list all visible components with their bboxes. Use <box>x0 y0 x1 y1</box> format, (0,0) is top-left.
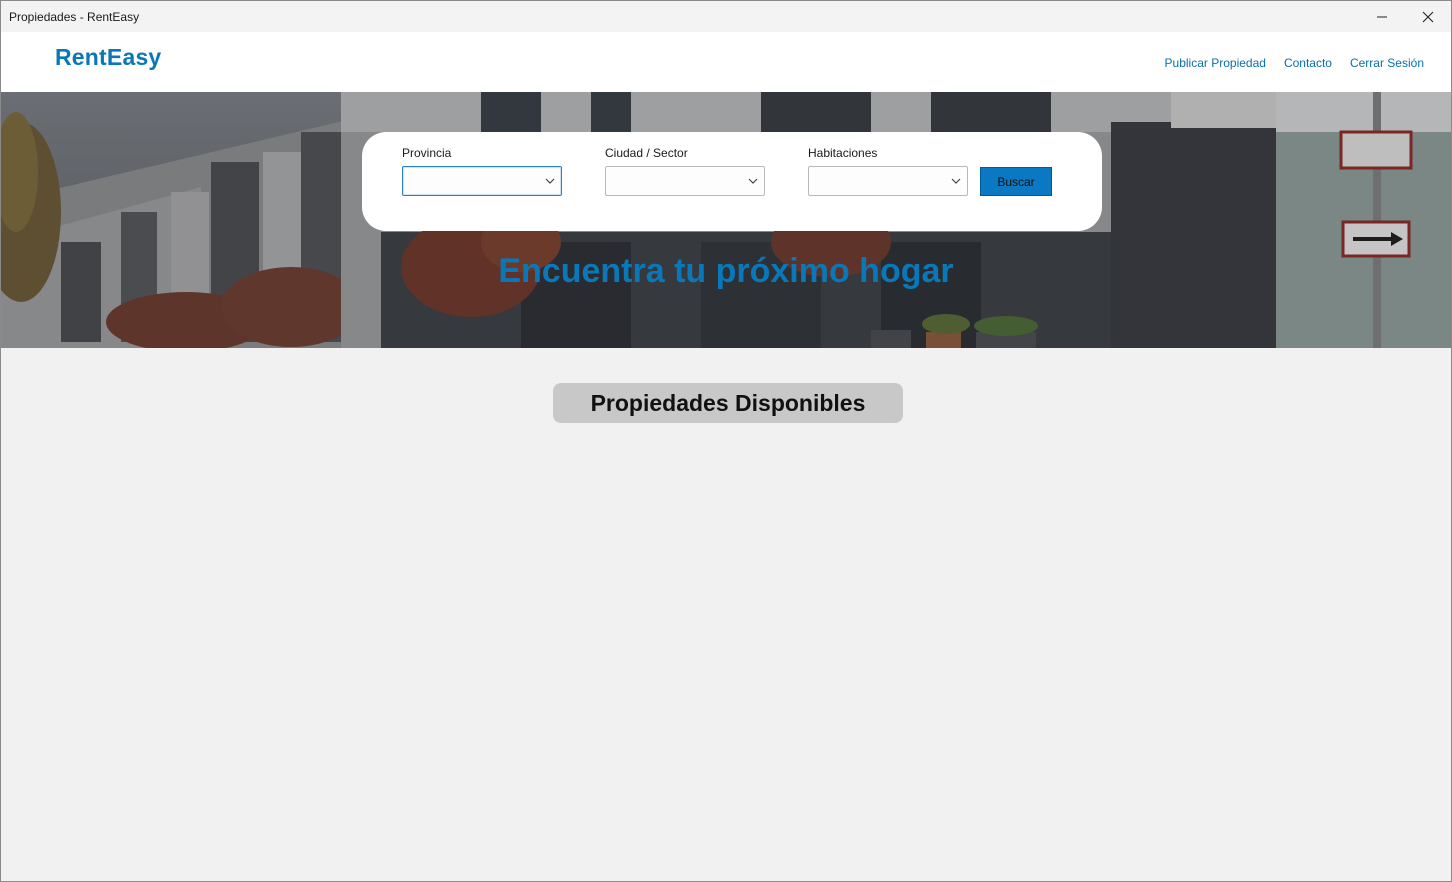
chevron-down-icon <box>748 178 758 184</box>
provincia-field: Provincia <box>402 146 562 196</box>
chevron-down-icon <box>545 178 555 184</box>
title-bar: Propiedades - RentEasy <box>1 1 1451 32</box>
nav-links: Publicar Propiedad Contacto Cerrar Sesió… <box>1165 56 1424 70</box>
section-heading: Propiedades Disponibles <box>553 383 903 423</box>
top-nav-bar: RentEasy Publicar Propiedad Contacto Cer… <box>1 32 1451 92</box>
section-title: Propiedades Disponibles <box>590 389 866 416</box>
window-controls <box>1359 1 1451 32</box>
nav-link-publicar-propiedad[interactable]: Publicar Propiedad <box>1165 56 1266 70</box>
search-panel: Provincia Ciudad / Sector Habitaciones B… <box>362 132 1102 231</box>
window-title: Propiedades - RentEasy <box>9 9 140 24</box>
chevron-down-icon <box>951 178 961 184</box>
provincia-select[interactable] <box>402 166 562 196</box>
nav-link-cerrar-sesion[interactable]: Cerrar Sesión <box>1350 56 1424 70</box>
close-icon <box>1422 11 1434 22</box>
nav-link-contacto[interactable]: Contacto <box>1284 56 1332 70</box>
ciudad-select[interactable] <box>605 166 765 196</box>
habitaciones-select[interactable] <box>808 166 968 196</box>
close-button[interactable] <box>1405 1 1451 32</box>
buscar-button[interactable]: Buscar <box>980 167 1052 196</box>
hero-title: Encuentra tu próximo hogar <box>498 252 954 290</box>
ciudad-label: Ciudad / Sector <box>605 146 688 160</box>
app-window: Propiedades - RentEasy RentEasy Publicar… <box>0 0 1452 882</box>
ciudad-field: Ciudad / Sector <box>605 146 765 196</box>
habitaciones-label: Habitaciones <box>808 146 878 160</box>
habitaciones-field: Habitaciones <box>808 146 968 196</box>
provincia-label: Provincia <box>402 146 452 160</box>
minimize-button[interactable] <box>1359 1 1405 32</box>
minimize-icon <box>1377 16 1387 17</box>
hero-banner: Provincia Ciudad / Sector Habitaciones B… <box>1 92 1451 348</box>
brand-logo[interactable]: RentEasy <box>55 44 161 71</box>
